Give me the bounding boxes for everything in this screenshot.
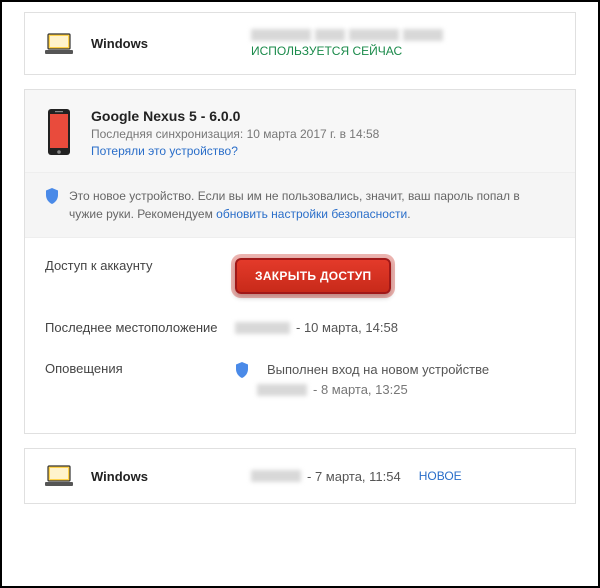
phone-icon — [45, 108, 73, 156]
row-notifications: Оповещения Выполнен вход на новом устрой… — [45, 361, 555, 397]
shield-icon — [235, 362, 249, 378]
device-detail-header: Google Nexus 5 - 6.0.0 Последняя синхрон… — [25, 90, 575, 173]
redacted-text — [251, 29, 555, 41]
device-name: Windows — [91, 469, 251, 484]
laptop-icon — [45, 465, 73, 487]
revoke-access-button[interactable]: ЗАКРЫТЬ ДОСТУП — [235, 258, 391, 294]
device-card-windows-bottom[interactable]: Windows - 7 марта, 11:54 НОВОЕ — [24, 448, 576, 504]
last-sync-text: Последняя синхронизация: 10 марта 2017 г… — [91, 127, 379, 141]
row-last-location: Последнее местоположение - 10 марта, 14:… — [45, 320, 555, 335]
notif-text: Выполнен вход на новом устройстве — [267, 362, 489, 377]
access-label: Доступ к аккаунту — [45, 258, 235, 273]
device-activity-panel: Windows ИСПОЛЬЗУЕТСЯ СЕЙЧАС — [0, 0, 600, 588]
notif-date: - 8 марта, 13:25 — [313, 382, 408, 397]
status-current: ИСПОЛЬЗУЕТСЯ СЕЙЧАС — [251, 44, 555, 58]
redacted-text — [251, 470, 301, 482]
new-badge: НОВОЕ — [419, 469, 462, 483]
device-detail-card: Google Nexus 5 - 6.0.0 Последняя синхрон… — [24, 89, 576, 434]
device-name: Windows — [91, 36, 251, 51]
location-label: Последнее местоположение — [45, 320, 235, 335]
redacted-text — [257, 384, 307, 396]
notif-label: Оповещения — [45, 361, 235, 376]
laptop-icon — [45, 33, 73, 55]
info-suffix: . — [407, 207, 410, 221]
shield-icon — [45, 188, 59, 204]
row-account-access: Доступ к аккаунту ЗАКРЫТЬ ДОСТУП — [45, 258, 555, 294]
lost-device-link[interactable]: Потеряли это устройство? — [91, 144, 238, 158]
device-date: - 7 марта, 11:54 — [307, 469, 401, 484]
redacted-text — [235, 322, 290, 334]
device-card-windows-top[interactable]: Windows ИСПОЛЬЗУЕТСЯ СЕЙЧАС — [24, 12, 576, 75]
security-info-strip: Это новое устройство. Если вы им не поль… — [25, 173, 575, 238]
location-date: - 10 марта, 14:58 — [296, 320, 398, 335]
update-security-link[interactable]: обновить настройки безопасности — [216, 207, 407, 221]
device-title: Google Nexus 5 - 6.0.0 — [91, 108, 379, 124]
